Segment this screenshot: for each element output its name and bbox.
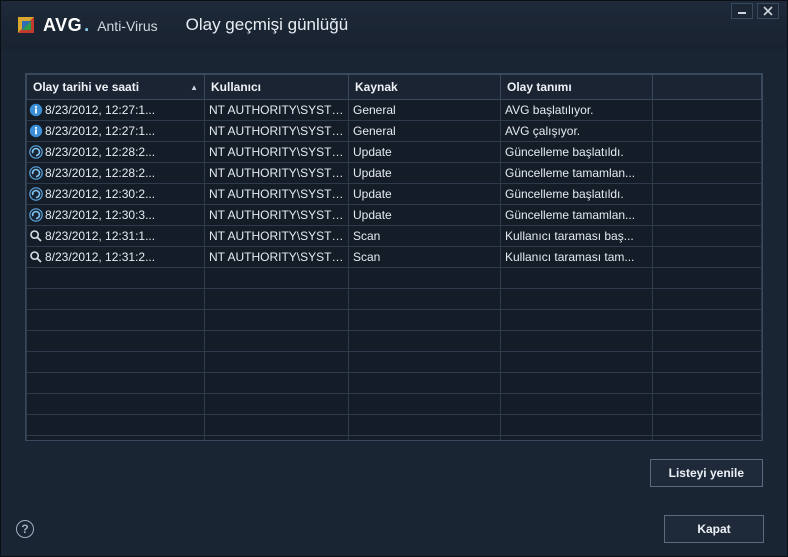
datetime-text: 8/23/2012, 12:31:1... — [45, 229, 155, 243]
cell-user: NT AUTHORITY\SYSTEM — [205, 121, 349, 142]
datetime-text: 8/23/2012, 12:27:1... — [45, 124, 155, 138]
datetime-text: 8/23/2012, 12:27:1... — [45, 103, 155, 117]
cell-extra — [653, 205, 762, 226]
cell-source: General — [349, 100, 501, 121]
table-row-empty — [27, 373, 762, 394]
table-row[interactable]: 8/23/2012, 12:27:1... NT AUTHORITY\SYSTEM… — [27, 121, 762, 142]
column-header-description[interactable]: Olay tanımı — [501, 75, 653, 100]
cell-datetime: 8/23/2012, 12:27:1... — [27, 100, 205, 121]
column-header-user[interactable]: Kullanıcı — [205, 75, 349, 100]
datetime-text: 8/23/2012, 12:31:2... — [45, 250, 155, 264]
cell-source: Scan — [349, 226, 501, 247]
datetime-text: 8/23/2012, 12:28:2... — [45, 145, 155, 159]
cell-source: Scan — [349, 247, 501, 268]
close-button[interactable] — [757, 3, 779, 19]
cell-datetime: 8/23/2012, 12:31:2... — [27, 247, 205, 268]
cell-extra — [653, 121, 762, 142]
table-row[interactable]: 8/23/2012, 12:30:2... NT AUTHORITY\SYSTEM… — [27, 184, 762, 205]
table-row[interactable]: 8/23/2012, 12:28:2... NT AUTHORITY\SYSTEM… — [27, 163, 762, 184]
info-icon — [29, 103, 43, 117]
table-row[interactable]: 8/23/2012, 12:27:1... NT AUTHORITY\SYSTEM… — [27, 100, 762, 121]
cell-description: Güncelleme başlatıldı. — [501, 142, 653, 163]
cell-source: Update — [349, 184, 501, 205]
scan-icon — [29, 229, 43, 243]
table-row[interactable]: 8/23/2012, 12:31:2... NT AUTHORITY\SYSTEM… — [27, 247, 762, 268]
cell-description: Kullanıcı taraması baş... — [501, 226, 653, 247]
footer: ? Kapat — [0, 505, 788, 557]
cell-datetime: 8/23/2012, 12:30:3... — [27, 205, 205, 226]
product-text: Anti-Virus — [97, 18, 157, 34]
table-row-empty — [27, 310, 762, 331]
titlebar: AVG. Anti-Virus Olay geçmişi günlüğü — [1, 1, 787, 49]
cell-datetime: 8/23/2012, 12:28:2... — [27, 163, 205, 184]
column-header-datetime[interactable]: Olay tarihi ve saati — [27, 75, 205, 100]
table-row-empty — [27, 352, 762, 373]
cell-source: Update — [349, 205, 501, 226]
cell-extra — [653, 163, 762, 184]
cell-user: NT AUTHORITY\SYSTEM — [205, 226, 349, 247]
cell-user: NT AUTHORITY\SYSTEM — [205, 205, 349, 226]
minimize-button[interactable] — [731, 3, 753, 19]
cell-source: Update — [349, 163, 501, 184]
brand-text: AVG — [43, 15, 82, 36]
brand-dot: . — [84, 15, 89, 36]
info-icon — [29, 124, 43, 138]
update-icon — [29, 166, 43, 180]
table-row-empty — [27, 268, 762, 289]
cell-extra — [653, 247, 762, 268]
cell-extra — [653, 100, 762, 121]
update-icon — [29, 208, 43, 222]
actions-row: Listeyi yenile — [1, 449, 787, 487]
event-table-container: Olay tarihi ve saati Kullanıcı Kaynak Ol… — [25, 73, 763, 441]
cell-user: NT AUTHORITY\SYSTEM — [205, 163, 349, 184]
table-row-empty — [27, 331, 762, 352]
cell-datetime: 8/23/2012, 12:27:1... — [27, 121, 205, 142]
app-logo-block: AVG. Anti-Virus — [15, 14, 158, 36]
cell-description: Güncelleme başlatıldı. — [501, 184, 653, 205]
cell-user: NT AUTHORITY\SYSTEM — [205, 100, 349, 121]
table-row[interactable]: 8/23/2012, 12:30:3... NT AUTHORITY\SYSTEM… — [27, 205, 762, 226]
help-icon[interactable]: ? — [16, 520, 34, 538]
cell-user: NT AUTHORITY\SYSTEM — [205, 247, 349, 268]
column-header-extra[interactable] — [653, 75, 762, 100]
scan-icon — [29, 250, 43, 264]
datetime-text: 8/23/2012, 12:30:2... — [45, 187, 155, 201]
content-area: Olay tarihi ve saati Kullanıcı Kaynak Ol… — [1, 49, 787, 449]
close-dialog-button[interactable]: Kapat — [664, 515, 764, 543]
avg-logo-icon — [15, 14, 37, 36]
cell-description: Kullanıcı taraması tam... — [501, 247, 653, 268]
update-icon — [29, 145, 43, 159]
table-header-row: Olay tarihi ve saati Kullanıcı Kaynak Ol… — [27, 75, 762, 100]
cell-datetime: 8/23/2012, 12:31:1... — [27, 226, 205, 247]
datetime-text: 8/23/2012, 12:30:3... — [45, 208, 155, 222]
cell-extra — [653, 184, 762, 205]
cell-description: AVG çalışıyor. — [501, 121, 653, 142]
table-row-empty — [27, 436, 762, 442]
table-row[interactable]: 8/23/2012, 12:28:2... NT AUTHORITY\SYSTEM… — [27, 142, 762, 163]
app-name: AVG. Anti-Virus — [43, 15, 158, 36]
page-title: Olay geçmişi günlüğü — [186, 15, 349, 35]
table-row-empty — [27, 289, 762, 310]
cell-extra — [653, 142, 762, 163]
datetime-text: 8/23/2012, 12:28:2... — [45, 166, 155, 180]
table-row[interactable]: 8/23/2012, 12:31:1... NT AUTHORITY\SYSTEM… — [27, 226, 762, 247]
cell-user: NT AUTHORITY\SYSTEM — [205, 142, 349, 163]
cell-datetime: 8/23/2012, 12:28:2... — [27, 142, 205, 163]
update-icon — [29, 187, 43, 201]
cell-extra — [653, 226, 762, 247]
column-header-source[interactable]: Kaynak — [349, 75, 501, 100]
cell-description: Güncelleme tamamlan... — [501, 163, 653, 184]
cell-source: Update — [349, 142, 501, 163]
refresh-list-button[interactable]: Listeyi yenile — [650, 459, 763, 487]
window-controls — [731, 3, 779, 19]
cell-description: AVG başlatılıyor. — [501, 100, 653, 121]
table-row-empty — [27, 415, 762, 436]
table-row-empty — [27, 394, 762, 415]
cell-source: General — [349, 121, 501, 142]
cell-description: Güncelleme tamamlan... — [501, 205, 653, 226]
cell-datetime: 8/23/2012, 12:30:2... — [27, 184, 205, 205]
cell-user: NT AUTHORITY\SYSTEM — [205, 184, 349, 205]
event-table[interactable]: Olay tarihi ve saati Kullanıcı Kaynak Ol… — [26, 74, 762, 441]
